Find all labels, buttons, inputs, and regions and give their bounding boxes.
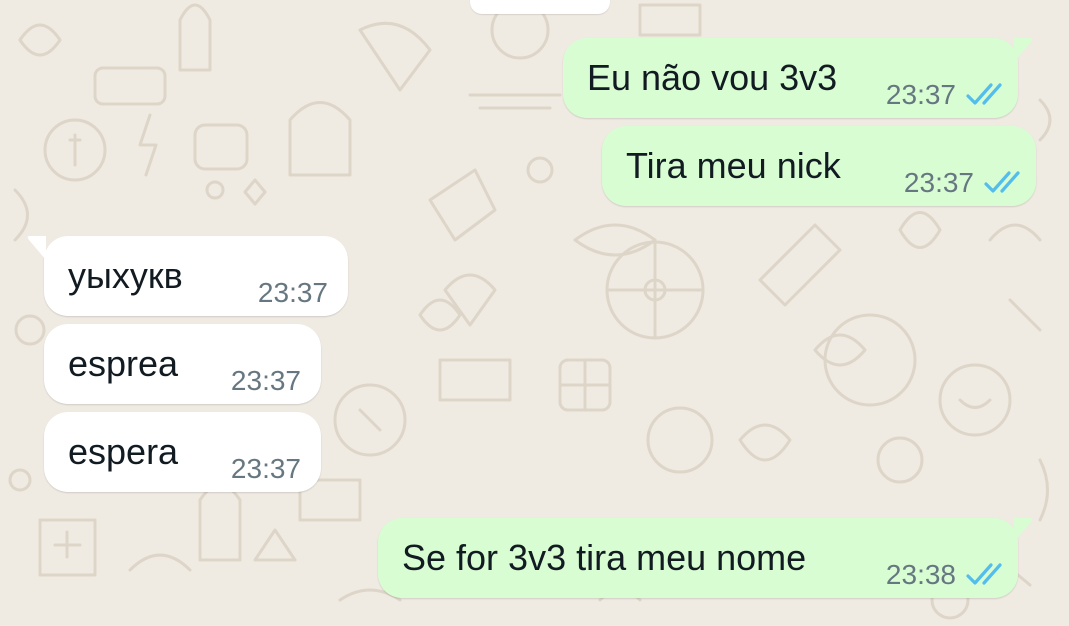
message-time: 23:37 — [903, 167, 974, 198]
bubble-tail — [27, 236, 52, 260]
message-text: уыхукв — [68, 255, 183, 296]
message-bubble-incoming[interactable]: уыхукв 23:37 — [27, 236, 348, 316]
message-meta: 23:37 — [258, 278, 328, 308]
message-text: Tira meu nick — [626, 145, 841, 186]
message-bubble-outgoing[interactable]: Eu não vou 3v3 23:37 — [563, 38, 1033, 118]
double-check-read-icon — [984, 171, 1020, 193]
bubble-tail — [1008, 38, 1033, 62]
message-text: espera — [68, 431, 179, 472]
message-meta: 23:37 — [231, 366, 301, 396]
message-bubble-outgoing[interactable]: Se for 3v3 tira meu nome 23:38 — [378, 518, 1033, 598]
message-meta: 23:37 — [231, 454, 301, 484]
message-bubble-outgoing[interactable]: Tira meu nick 23:37 — [602, 126, 1036, 206]
message-meta: 23:38 — [886, 560, 1010, 590]
double-check-read-icon — [966, 563, 1002, 585]
date-chip — [470, 0, 610, 14]
message-meta: 23:37 — [904, 168, 1028, 198]
message-text: Se for 3v3 tira meu nome — [402, 537, 807, 578]
message-time: 23:37 — [257, 277, 328, 308]
double-check-read-icon — [966, 83, 1002, 105]
message-text: Eu não vou 3v3 — [587, 57, 838, 98]
message-bubble-incoming[interactable]: esprea 23:37 — [44, 324, 321, 404]
message-time: 23:37 — [885, 79, 956, 110]
message-bubble-incoming[interactable]: espera 23:37 — [44, 412, 321, 492]
message-time: 23:37 — [230, 453, 301, 484]
bubble-tail — [1008, 518, 1033, 542]
message-meta: 23:37 — [886, 80, 1010, 110]
message-time: 23:38 — [885, 559, 956, 590]
message-time: 23:37 — [230, 365, 301, 396]
message-text: esprea — [68, 343, 179, 384]
